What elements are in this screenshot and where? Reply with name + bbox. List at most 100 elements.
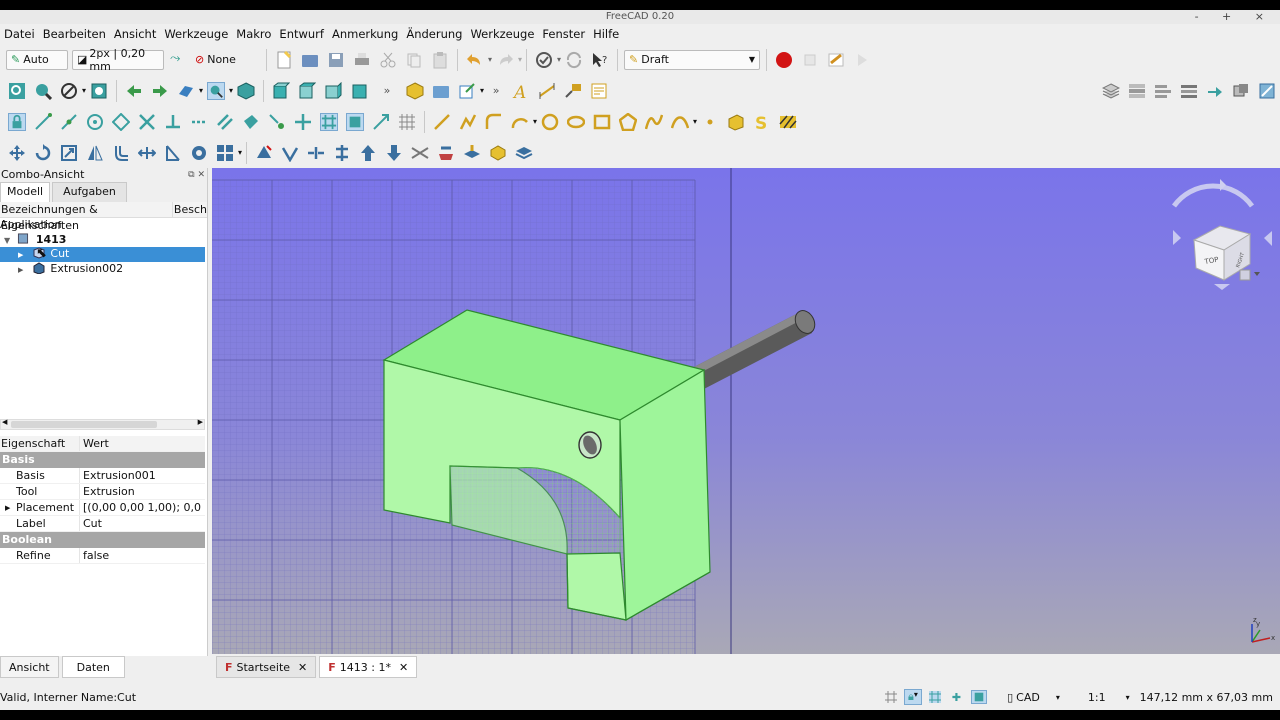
menu-werkzeuge-2[interactable]: Werkzeuge xyxy=(466,27,538,41)
tab-daten[interactable]: Daten xyxy=(61,656,125,678)
draft-to-sketch-icon[interactable] xyxy=(437,144,455,162)
working-plane-proxy-icon[interactable] xyxy=(1232,82,1250,100)
none-button[interactable]: ⊘ None xyxy=(190,50,260,70)
views-dropdown-icon[interactable]: ▾ xyxy=(199,86,203,95)
move-to-group-icon[interactable] xyxy=(1206,82,1224,100)
hatch-icon[interactable] xyxy=(779,113,797,131)
annotation-styles-icon[interactable] xyxy=(590,82,608,100)
right-view-icon[interactable] xyxy=(324,81,342,100)
navigation-cube[interactable] xyxy=(1171,179,1272,290)
menu-datei[interactable]: Datei xyxy=(0,27,39,41)
snap-near-icon[interactable] xyxy=(268,113,286,131)
move-down-icon[interactable] xyxy=(385,144,403,162)
doc-tab-1413[interactable]: F 1413 : 1* ✕ xyxy=(319,656,418,678)
menu-entwurf[interactable]: Entwurf xyxy=(275,27,328,41)
snap-lock-icon[interactable] xyxy=(8,112,26,131)
collapsed-arrow-icon[interactable]: ▶ xyxy=(18,251,23,259)
back-icon[interactable] xyxy=(125,82,143,100)
snap-grid-icon[interactable] xyxy=(320,112,338,131)
scale-dropdown-icon[interactable]: ▾ xyxy=(1126,693,1130,702)
select-group-icon[interactable] xyxy=(1180,82,1198,100)
trimex-icon[interactable] xyxy=(164,144,182,162)
stop-macro-icon[interactable] xyxy=(801,51,819,69)
cut-icon[interactable] xyxy=(379,51,397,69)
new-document-icon[interactable] xyxy=(275,50,293,69)
tree-document-row[interactable]: ▼ 1413 xyxy=(0,233,207,248)
mirror-icon[interactable] xyxy=(86,144,104,162)
label-icon[interactable] xyxy=(564,82,582,100)
nav-style-dropdown-icon[interactable]: ▾ xyxy=(1056,693,1060,702)
mouse-nav-icon[interactable]: ▯ xyxy=(1007,691,1013,704)
snap-extension-icon[interactable] xyxy=(190,113,208,131)
snap-center-icon[interactable] xyxy=(86,113,104,131)
scrollbar-thumb[interactable] xyxy=(11,421,157,428)
record-macro-icon[interactable] xyxy=(775,51,793,69)
property-value[interactable]: Extrusion xyxy=(80,484,202,499)
join-wire-icon[interactable] xyxy=(333,144,351,162)
tree-item-cut[interactable]: ▶ Cut ⬉ xyxy=(0,246,205,262)
fit-selection-icon[interactable] xyxy=(34,82,52,100)
undo-dropdown-icon[interactable]: ▾ xyxy=(488,55,492,64)
property-row-placement[interactable]: ▶ Placement [(0,00 0,00 1,00); 0,0... xyxy=(0,500,205,516)
view-fit-zoom-icon[interactable] xyxy=(207,81,226,100)
menu-anmerkung[interactable]: Anmerkung xyxy=(328,27,402,41)
bezier-dropdown-icon[interactable]: ▾ xyxy=(693,117,697,126)
rear-view-icon[interactable] xyxy=(350,82,368,100)
std-views-icon[interactable] xyxy=(177,82,195,100)
recompute-icon[interactable] xyxy=(565,51,583,69)
shape-to-2d-icon[interactable] xyxy=(489,144,507,162)
expand-placement-icon[interactable]: ▶ xyxy=(5,500,10,516)
draw-style-icon[interactable] xyxy=(60,82,78,100)
create-part-icon[interactable] xyxy=(406,81,424,100)
shape-to-sketch-icon[interactable] xyxy=(1258,82,1276,100)
array-dropdown-icon[interactable]: ▾ xyxy=(238,148,242,157)
text-annotation-icon[interactable]: A xyxy=(512,82,530,100)
more-tools-icon[interactable]: » xyxy=(372,84,402,97)
property-value[interactable]: [(0,00 0,00 1,00); 0,0... xyxy=(80,500,202,515)
move-up-icon[interactable] xyxy=(359,144,377,162)
window-controls[interactable]: - + × xyxy=(1195,10,1274,24)
refresh-check-icon[interactable] xyxy=(535,51,553,69)
circle-icon[interactable] xyxy=(541,113,559,131)
clone-icon[interactable] xyxy=(463,144,481,162)
snap-midpoint-icon[interactable] xyxy=(60,113,78,131)
move-icon[interactable] xyxy=(8,144,26,162)
bounding-box-icon[interactable] xyxy=(90,82,108,100)
property-value[interactable]: Extrusion001 xyxy=(80,468,202,483)
property-row-label[interactable]: Label Cut xyxy=(0,516,205,532)
add-to-group-icon[interactable] xyxy=(1154,82,1172,100)
create-group-icon[interactable] xyxy=(432,82,450,100)
snap-special-icon[interactable] xyxy=(242,113,260,131)
property-row-basis[interactable]: Basis Extrusion001 xyxy=(0,468,205,484)
tree-item-extrusion002[interactable]: ▶ Extrusion002 xyxy=(0,262,207,277)
macro-dropdown-icon[interactable]: ▾ xyxy=(557,55,561,64)
workbench-selector[interactable]: ✎ Draft ▼ xyxy=(624,49,761,70)
tree-header-labels[interactable]: Bezeichnungen & Eigenschaften xyxy=(0,202,173,232)
menu-aenderung[interactable]: Änderung xyxy=(402,27,466,41)
print-icon[interactable] xyxy=(353,51,371,69)
wire-to-bspline-icon[interactable] xyxy=(411,144,429,162)
edit-macro-icon[interactable] xyxy=(827,51,845,69)
open-folder-icon[interactable] xyxy=(301,51,319,69)
run-macro-icon[interactable] xyxy=(853,51,871,69)
upgrade-icon[interactable] xyxy=(255,144,273,162)
line-icon[interactable] xyxy=(433,113,451,131)
zoom-dropdown-icon[interactable]: ▾ xyxy=(229,86,233,95)
property-value[interactable]: false xyxy=(80,548,202,563)
polyline-icon[interactable] xyxy=(459,113,477,131)
status-workingplane-icon[interactable] xyxy=(971,690,988,704)
drawing-view-icon[interactable] xyxy=(515,144,533,162)
paste-icon[interactable] xyxy=(431,51,449,69)
arc-icon[interactable] xyxy=(511,113,529,131)
array-icon[interactable] xyxy=(216,144,234,162)
snap-perpendicular-icon[interactable] xyxy=(164,113,182,131)
rectangle-icon[interactable] xyxy=(593,113,611,131)
cylinder-rod[interactable] xyxy=(692,307,819,390)
scroll-left-icon[interactable]: ◀ xyxy=(2,418,7,426)
property-row-tool[interactable]: Tool Extrusion xyxy=(0,484,205,500)
layer-manager-icon[interactable] xyxy=(1128,82,1146,100)
link-icon[interactable] xyxy=(458,82,476,100)
downgrade-icon[interactable] xyxy=(281,144,299,162)
ellipse-icon[interactable] xyxy=(567,113,586,131)
join-icon[interactable] xyxy=(190,144,208,162)
